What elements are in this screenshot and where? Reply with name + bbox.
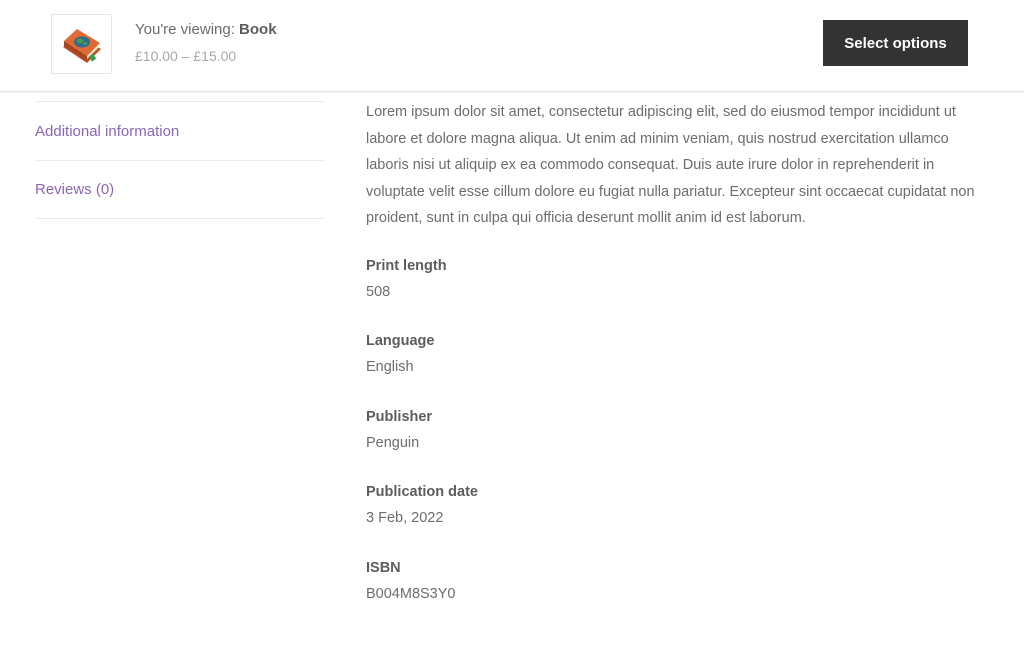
product-thumbnail[interactable] [51, 14, 112, 74]
product-tabs: Additional information Reviews (0) [35, 101, 325, 219]
attribute-isbn: ISBN B004M8S3Y0 [366, 556, 986, 632]
attribute-publisher: Publisher Penguin [366, 405, 986, 481]
attribute-value: 508 [366, 283, 391, 300]
price-range: £10.00 – £15.00 [135, 48, 237, 64]
attribute-label: Print length [366, 257, 447, 274]
attribute-publication-date: Publication date 3 Feb, 2022 [366, 480, 986, 556]
tab-additional-information-link[interactable]: Additional information [35, 123, 179, 140]
product-name: Book [239, 21, 277, 38]
tab-reviews: Reviews (0) [35, 160, 325, 219]
attribute-label: ISBN [366, 559, 401, 576]
attribute-label: Publication date [366, 484, 478, 500]
select-options-button[interactable]: Select options [823, 20, 968, 66]
attribute-value: 3 Feb, 2022 [366, 510, 444, 526]
attribute-label: Publisher [366, 408, 433, 425]
attribute-value: B004M8S3Y0 [366, 585, 456, 602]
attribute-print-length: Print length 508 [366, 254, 986, 330]
attribute-value: Penguin [366, 434, 420, 451]
viewing-prefix: You're viewing: [135, 21, 240, 38]
attribute-language: Language English [366, 329, 986, 405]
viewing-label: You're viewing: Book [135, 21, 277, 38]
attribute-value: English [366, 359, 414, 375]
book-icon [62, 29, 101, 63]
product-description: Lorem ipsum dolor sit amet, consectetur … [366, 104, 975, 226]
sticky-add-to-cart-bar: You're viewing: Book £10.00 – £15.00 Sel… [0, 0, 1024, 92]
product-attributes: Print length 508 Language English Publis… [366, 254, 986, 632]
tab-reviews-link[interactable]: Reviews (0) [35, 181, 114, 198]
product-description-panel: Lorem ipsum dolor sit amet, consectetur … [366, 99, 986, 631]
tab-additional-information: Additional information [35, 101, 325, 160]
attribute-label: Language [366, 333, 435, 349]
